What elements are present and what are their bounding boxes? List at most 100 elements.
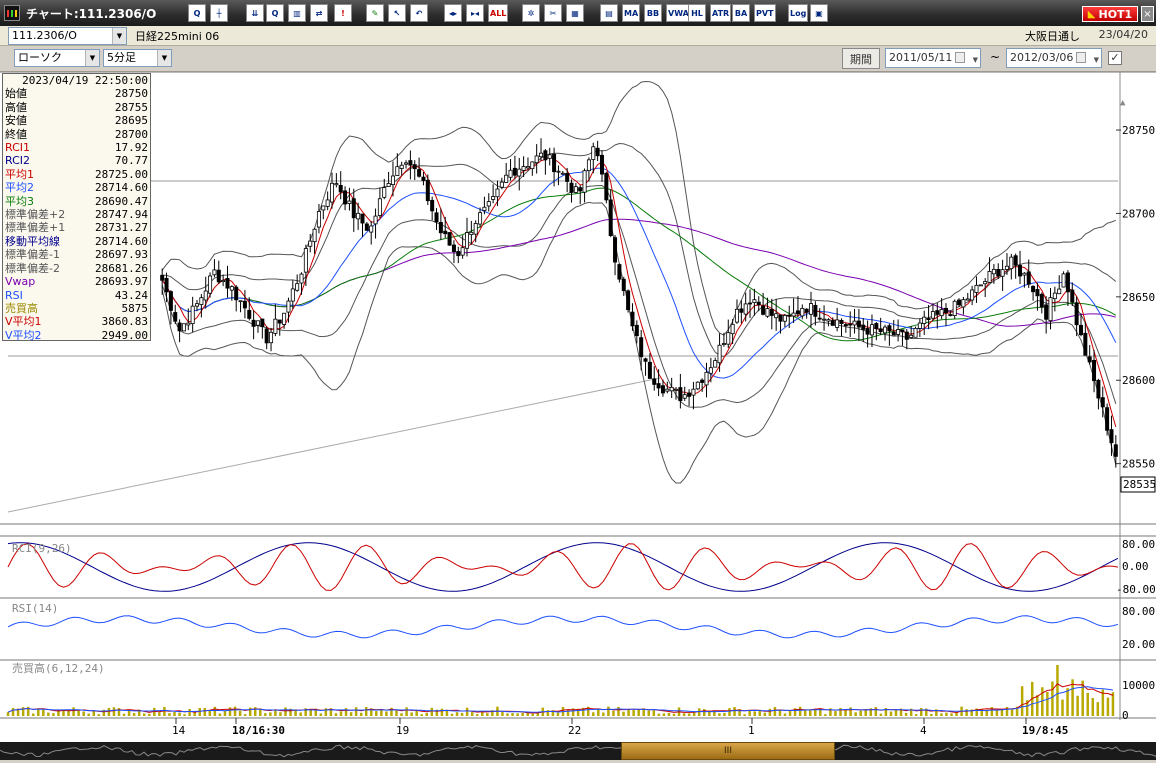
chart-type-select[interactable]: ローソク ▼ bbox=[14, 49, 100, 67]
scroll-thumb[interactable]: III bbox=[621, 742, 835, 760]
chevron-down-icon[interactable]: ▼ bbox=[157, 50, 171, 66]
indicator-list-icon[interactable]: ▤ bbox=[600, 4, 618, 22]
info-label: 平均1 bbox=[5, 167, 34, 181]
candle bbox=[1018, 265, 1023, 277]
candle bbox=[286, 300, 291, 313]
info-label: 高値 bbox=[5, 100, 27, 114]
compare-label: ⇄ bbox=[315, 8, 323, 18]
info-row: 平均2 28714.60 bbox=[5, 181, 148, 194]
candle bbox=[565, 173, 570, 182]
info-value: 28690.47 bbox=[95, 194, 148, 208]
compare-icon[interactable]: ⇄ bbox=[310, 4, 328, 22]
candle bbox=[303, 248, 308, 273]
bar-chart-icon[interactable]: ▥ bbox=[288, 4, 306, 22]
calendar-icon[interactable] bbox=[955, 52, 965, 63]
candle bbox=[865, 328, 870, 335]
candle bbox=[678, 387, 683, 402]
candle bbox=[604, 172, 609, 201]
candle bbox=[1087, 356, 1092, 363]
date-from-field[interactable]: 2011/05/11 ▼ bbox=[885, 48, 981, 68]
candle bbox=[669, 386, 674, 392]
pencil-icon[interactable]: ✎ bbox=[366, 4, 384, 22]
close-button[interactable]: × bbox=[1141, 6, 1154, 22]
candle bbox=[273, 318, 278, 334]
candle bbox=[451, 244, 456, 253]
settings-icon[interactable]: ✲ bbox=[522, 4, 540, 22]
period-checkbox[interactable]: ✓ bbox=[1108, 51, 1122, 65]
crosshair-icon[interactable]: ┼ bbox=[210, 4, 228, 22]
wrench-icon[interactable]: ✂ bbox=[544, 4, 562, 22]
candle bbox=[560, 172, 565, 175]
chevron-down-icon[interactable]: ▼ bbox=[1094, 51, 1099, 69]
pointer-icon[interactable]: ↖ bbox=[388, 4, 406, 22]
info-row: 移動平均線 28714.60 bbox=[5, 235, 148, 248]
info-value: 28697.93 bbox=[95, 248, 148, 262]
info-row: 売買高 5875 bbox=[5, 302, 148, 315]
candle bbox=[1026, 271, 1031, 285]
log-icon[interactable]: Log bbox=[788, 4, 809, 22]
symbol-select[interactable]: 111.2306/O ▼ bbox=[8, 27, 127, 45]
candle bbox=[247, 309, 252, 319]
chevron-down-icon[interactable]: ▼ bbox=[112, 28, 126, 44]
all-icon[interactable]: ALL bbox=[488, 4, 509, 22]
candle bbox=[408, 160, 413, 166]
undo-icon[interactable]: ↶ bbox=[410, 4, 428, 22]
magnify-icon[interactable]: Q bbox=[266, 4, 284, 22]
candle bbox=[974, 284, 979, 293]
candle bbox=[804, 308, 809, 313]
chevron-down-icon[interactable]: ▼ bbox=[85, 50, 99, 66]
info-label: 平均2 bbox=[5, 181, 34, 195]
candle bbox=[996, 268, 1001, 277]
candle bbox=[221, 280, 226, 283]
time-tick-label: 18/16:30 bbox=[232, 724, 285, 737]
window-icon[interactable]: ▣ bbox=[810, 4, 828, 22]
atr-icon[interactable]: ATR bbox=[710, 4, 732, 22]
candle bbox=[878, 328, 883, 333]
info-label: 標準偏差-1 bbox=[5, 248, 60, 262]
candle bbox=[891, 331, 896, 336]
time-scrollbar[interactable] bbox=[0, 742, 1156, 760]
candle bbox=[351, 198, 356, 219]
bb-icon[interactable]: BB bbox=[644, 4, 662, 22]
ma-icon[interactable]: MA bbox=[622, 4, 641, 22]
candle bbox=[856, 320, 861, 328]
candle bbox=[1022, 272, 1027, 276]
candle bbox=[1004, 265, 1009, 270]
palette-icon[interactable]: ▦ bbox=[566, 4, 584, 22]
candle bbox=[199, 297, 204, 305]
candle bbox=[965, 298, 970, 301]
warning-icon[interactable]: ! bbox=[334, 4, 352, 22]
time-tick-label: 22 bbox=[568, 724, 581, 737]
info-value: 43.24 bbox=[114, 288, 148, 302]
info-value: 28693.97 bbox=[95, 275, 148, 289]
candle bbox=[1105, 407, 1110, 431]
candle bbox=[168, 291, 173, 311]
period-button[interactable]: 期間 bbox=[842, 48, 880, 69]
chevron-down-icon[interactable]: ▼ bbox=[973, 51, 978, 69]
ba-icon[interactable]: BA bbox=[732, 4, 750, 22]
hot-button[interactable]: ◣ HOT1 bbox=[1082, 6, 1138, 22]
warning-label: ! bbox=[341, 8, 345, 18]
chart-canvas[interactable]: 28750 28700 28650 28600 28550 28535 80.00 0.00 -… bbox=[0, 72, 1156, 742]
interval-select[interactable]: 5分足 ▼ bbox=[103, 49, 172, 67]
hl-icon[interactable]: HL bbox=[688, 4, 706, 22]
info-value: 28725.00 bbox=[95, 167, 148, 181]
date-to-field[interactable]: 2012/03/06 ▼ bbox=[1006, 48, 1102, 68]
candle bbox=[1074, 302, 1079, 326]
candle-expand-icon[interactable]: ▸◂ bbox=[466, 4, 484, 22]
candle bbox=[626, 290, 631, 311]
candle-shrink-icon[interactable]: ◂▸ bbox=[444, 4, 462, 22]
candle bbox=[399, 164, 404, 169]
pvt-icon[interactable]: PVT bbox=[754, 4, 776, 22]
info-value: 70.77 bbox=[114, 154, 148, 168]
download-icon[interactable]: ⇊ bbox=[246, 4, 264, 22]
scroll-up-icon[interactable]: ▲ bbox=[1120, 98, 1126, 108]
candle bbox=[390, 175, 395, 185]
palette-label: ▦ bbox=[571, 8, 579, 18]
calendar-icon[interactable] bbox=[1076, 52, 1086, 63]
candle bbox=[382, 187, 387, 198]
zoom-icon[interactable]: Q bbox=[188, 4, 206, 22]
candle bbox=[308, 240, 313, 247]
info-label: V平均1 bbox=[5, 315, 42, 329]
candle bbox=[987, 271, 992, 283]
